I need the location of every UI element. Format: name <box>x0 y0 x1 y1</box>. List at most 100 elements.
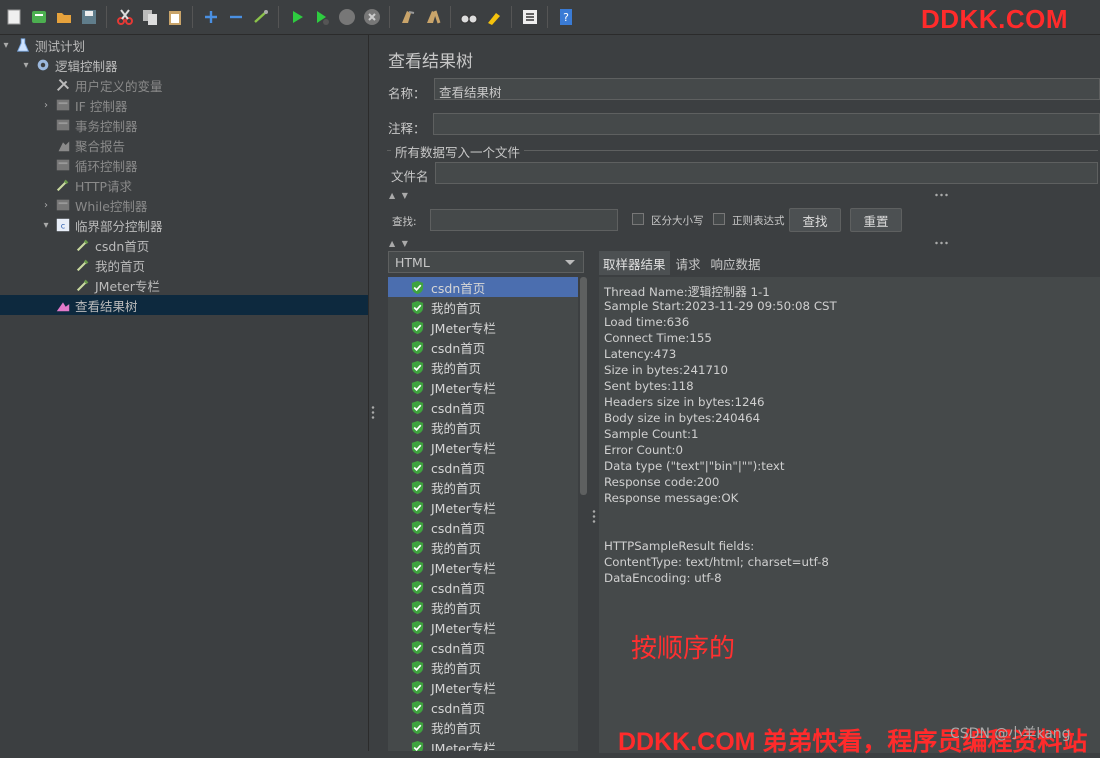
result-row[interactable]: csdn首页 <box>388 457 578 477</box>
help-icon[interactable]: ? <box>555 6 577 28</box>
main-splitter[interactable] <box>369 35 377 751</box>
tree-item-label: JMeter专栏 <box>95 278 160 294</box>
reset-button[interactable]: 重置 <box>850 208 902 232</box>
tree-item[interactable]: ▾ 逻辑控制器 <box>0 55 368 75</box>
name-field[interactable]: 查看结果树 <box>434 78 1100 100</box>
detail-tab[interactable]: 取样器结果 <box>599 251 670 275</box>
results-list[interactable]: csdn首页 我的首页 JMeter专栏 csdn首页 我的首页 JMeter专栏 csdn… <box>388 277 578 751</box>
tree-item[interactable]: 事务控制器 <box>0 115 368 135</box>
sampler-result-line: Size in bytes:241710 <box>604 363 728 377</box>
clear-all-icon[interactable] <box>422 6 444 28</box>
pipette-icon <box>74 276 92 294</box>
success-shield-icon <box>411 340 424 354</box>
result-row[interactable]: 我的首页 <box>388 477 578 497</box>
success-shield-icon <box>411 620 424 634</box>
result-label: csdn首页 <box>431 580 486 596</box>
tree-item[interactable]: › While控制器 <box>0 195 368 215</box>
new-icon[interactable] <box>3 6 25 28</box>
expand-arrow-icon[interactable]: ▾ <box>0 40 12 51</box>
detail-tab[interactable]: 响应数据 <box>707 251 765 275</box>
result-row[interactable]: JMeter专栏 <box>388 497 578 517</box>
result-row[interactable]: csdn首页 <box>388 397 578 417</box>
tree-item[interactable]: HTTP请求 <box>0 175 368 195</box>
result-row[interactable]: JMeter专栏 <box>388 557 578 577</box>
success-shield-icon <box>411 500 424 514</box>
case-sensitive-checkbox[interactable] <box>632 213 644 225</box>
clear-icon[interactable] <box>397 6 419 28</box>
result-label: 我的首页 <box>431 360 482 376</box>
result-row[interactable]: JMeter专栏 <box>388 377 578 397</box>
result-row[interactable]: csdn首页 <box>388 337 578 357</box>
result-row[interactable]: JMeter专栏 <box>388 737 578 751</box>
expand-arrow-icon[interactable]: ▾ <box>20 60 32 71</box>
result-row[interactable]: 我的首页 <box>388 357 578 377</box>
expand-icon[interactable] <box>200 6 222 28</box>
open-icon[interactable] <box>53 6 75 28</box>
collapse-icon[interactable] <box>225 6 247 28</box>
expand-arrow-icon[interactable]: › <box>40 100 52 111</box>
result-row[interactable]: JMeter专栏 <box>388 617 578 637</box>
regex-label: 正则表达式 <box>732 215 785 227</box>
result-row[interactable]: csdn首页 <box>388 577 578 597</box>
tree-item[interactable]: 我的首页 <box>0 255 368 275</box>
result-label: csdn首页 <box>431 460 486 476</box>
shutdown-icon[interactable] <box>361 6 383 28</box>
tree-item-label: HTTP请求 <box>75 178 132 194</box>
cut-icon[interactable] <box>114 6 136 28</box>
results-splitter[interactable] <box>590 249 598 751</box>
tree-item[interactable]: › IF 控制器 <box>0 95 368 115</box>
renderer-select[interactable]: HTML <box>388 251 584 273</box>
tree-item[interactable]: 聚合报告 <box>0 135 368 155</box>
toolbar-separator <box>192 6 193 28</box>
results-scrollbar[interactable] <box>579 277 588 751</box>
search-input[interactable] <box>430 209 618 231</box>
toggle-icon[interactable] <box>250 6 272 28</box>
find-button[interactable]: 查找 <box>789 208 841 232</box>
tree-item[interactable]: ▾ c 临界部分控制器 <box>0 215 368 235</box>
search-icon[interactable] <box>458 6 480 28</box>
sampler-result-line: HTTPSampleResult fields: <box>604 539 755 553</box>
tree-item[interactable]: JMeter专栏 <box>0 275 368 295</box>
success-shield-icon <box>411 440 424 454</box>
expand-arrow-icon[interactable]: › <box>40 200 52 211</box>
result-row[interactable]: 我的首页 <box>388 417 578 437</box>
start-icon[interactable] <box>286 6 308 28</box>
result-row[interactable]: 我的首页 <box>388 717 578 737</box>
result-row[interactable]: 我的首页 <box>388 297 578 317</box>
result-row[interactable]: 我的首页 <box>388 597 578 617</box>
tree-item-label: 事务控制器 <box>75 118 138 134</box>
paste-icon[interactable] <box>164 6 186 28</box>
tree-item[interactable]: 查看结果树 <box>0 295 368 315</box>
function-helper-icon[interactable] <box>519 6 541 28</box>
tree-item-label: 用户定义的变量 <box>75 78 163 94</box>
tree-item[interactable]: 循环控制器 <box>0 155 368 175</box>
result-row[interactable]: csdn首页 <box>388 277 578 297</box>
templates-icon[interactable] <box>28 6 50 28</box>
result-row[interactable]: csdn首页 <box>388 697 578 717</box>
reset-search-icon[interactable] <box>483 6 505 28</box>
scrollbar-thumb[interactable] <box>580 277 587 495</box>
splitter-top[interactable]: ▲ ▼ <box>377 192 1100 200</box>
annotation-text: 按顺序的 <box>631 634 736 664</box>
stop-icon[interactable] <box>336 6 358 28</box>
splitter-bottom[interactable]: ▲ ▼ <box>377 240 1100 248</box>
start-no-pause-icon[interactable] <box>311 6 333 28</box>
regex-checkbox[interactable] <box>713 213 725 225</box>
tree-item[interactable]: ▾ 测试计划 <box>0 35 368 55</box>
save-icon[interactable] <box>78 6 100 28</box>
result-row[interactable]: JMeter专栏 <box>388 677 578 697</box>
svg-text:c: c <box>61 222 65 231</box>
result-row[interactable]: JMeter专栏 <box>388 437 578 457</box>
filename-field[interactable] <box>435 162 1098 184</box>
result-row[interactable]: JMeter专栏 <box>388 317 578 337</box>
expand-arrow-icon[interactable]: ▾ <box>40 220 52 231</box>
result-row[interactable]: 我的首页 <box>388 537 578 557</box>
result-row[interactable]: 我的首页 <box>388 657 578 677</box>
tree-item[interactable]: csdn首页 <box>0 235 368 255</box>
result-row[interactable]: csdn首页 <box>388 517 578 537</box>
result-row[interactable]: csdn首页 <box>388 637 578 657</box>
detail-tab[interactable]: 请求 <box>672 251 705 275</box>
comment-field[interactable] <box>433 113 1100 135</box>
copy-icon[interactable] <box>139 6 161 28</box>
tree-item[interactable]: 用户定义的变量 <box>0 75 368 95</box>
